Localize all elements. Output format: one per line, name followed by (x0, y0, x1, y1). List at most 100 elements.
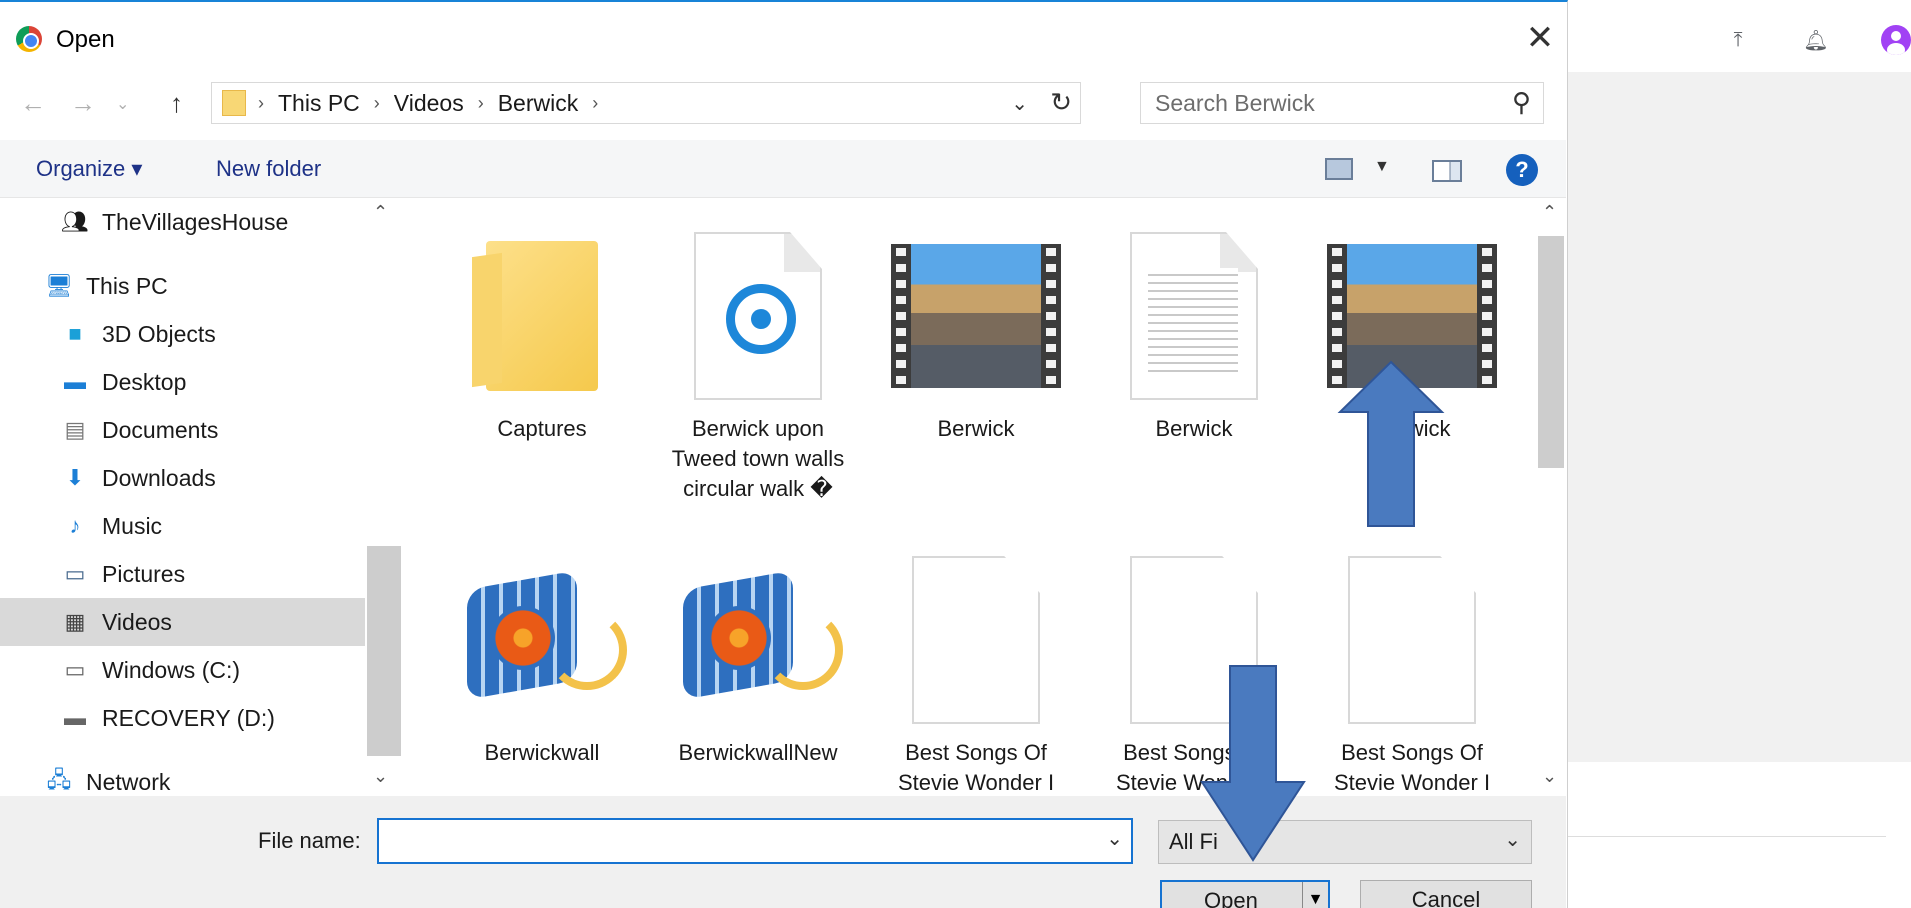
folder-icon (222, 90, 246, 116)
nav-item-music[interactable]: ♪ Music (60, 502, 163, 550)
bell-icon[interactable]: 🔔︎ (1803, 27, 1829, 53)
file-item[interactable]: Berwick upon Tweed town walls circular w… (660, 226, 856, 504)
upload-icon[interactable]: ⤒ (1725, 27, 1751, 53)
film-icon: ▦ (64, 609, 86, 634)
up-arrow-icon[interactable]: ↑ (170, 88, 183, 119)
nav-item-thevillageshouse[interactable]: 👥︎ TheVillagesHouse (60, 198, 288, 246)
file-label: Captures (497, 416, 587, 441)
breadcrumb-separator[interactable]: › (374, 93, 380, 114)
breadcrumb-separator[interactable]: › (592, 93, 598, 114)
background-panel (1566, 72, 1911, 762)
file-item[interactable]: Berwickwall (444, 550, 640, 768)
breadcrumb-this-pc[interactable]: This PC (278, 90, 360, 117)
nav-item-label: This PC (86, 272, 168, 299)
file-label: Berwick (1155, 416, 1233, 441)
file-label: Best Songs Of Stevie Wonder I (897, 740, 1055, 795)
open-dropdown-icon[interactable]: ▼ (1302, 882, 1328, 908)
computer-icon: 🖥︎ (45, 273, 73, 298)
file-name-input[interactable] (379, 820, 1079, 860)
nav-item-recovery-d[interactable]: ▬ RECOVERY (D:) (60, 694, 275, 742)
nav-item-label: Windows (C:) (102, 656, 241, 683)
file-label: Berwick (937, 416, 1015, 441)
scroll-down-icon[interactable]: ⌄ (373, 766, 388, 787)
drive-icon: ▭ (64, 657, 86, 682)
recent-locations-chevron-icon[interactable]: ⌄ (116, 94, 129, 114)
blank-document-icon (1327, 550, 1497, 730)
nav-item-pictures[interactable]: ▭ Pictures (60, 550, 186, 598)
chevron-down-icon[interactable]: ⌄ (1106, 826, 1123, 851)
scroll-up-icon[interactable]: ⌃ (373, 202, 388, 223)
chevron-down-icon[interactable]: ⌄ (1504, 827, 1521, 852)
change-view-icon[interactable] (1325, 158, 1353, 180)
cancel-button[interactable]: Cancel (1360, 880, 1532, 908)
file-name-field[interactable]: ⌄ (377, 818, 1133, 864)
search-input[interactable] (1155, 89, 1495, 117)
nav-scroll-thumb[interactable] (367, 546, 401, 756)
new-folder-button[interactable]: New folder (216, 156, 321, 182)
browser-toolbar-icons: ⤒ 🔔︎ (1725, 25, 1911, 55)
avatar[interactable] (1881, 25, 1911, 55)
close-icon[interactable]: ✕ (1520, 18, 1560, 58)
download-arrow-icon: ⬇ (65, 465, 85, 490)
help-icon[interactable]: ? (1506, 154, 1538, 186)
file-label: Berwick upon Tweed town walls circular w… (671, 416, 845, 501)
search-box[interactable]: ⚲ (1140, 82, 1544, 124)
file-item[interactable]: BerwickwallNew (660, 550, 856, 768)
blank-document-icon (891, 550, 1061, 730)
nav-item-documents[interactable]: ▤ Documents (60, 406, 219, 454)
file-item[interactable]: Berwick (878, 226, 1074, 444)
command-toolbar: Organize ▾ New folder ▼ ? (0, 140, 1566, 198)
preview-pane-icon[interactable] (1432, 160, 1462, 182)
nav-item-label: RECOVERY (D:) (102, 704, 275, 731)
cancel-button-label: Cancel (1411, 887, 1481, 908)
breadcrumb-berwick[interactable]: Berwick (498, 90, 579, 117)
file-label: BerwickwallNew (678, 740, 838, 765)
file-item[interactable]: Captures (444, 226, 640, 444)
file-item[interactable]: Best Songs Of Stevie Wonder I (1314, 550, 1510, 796)
nav-item-desktop[interactable]: ▬ Desktop (60, 358, 186, 406)
view-options-chevron-icon[interactable]: ▼ (1374, 158, 1390, 176)
dialog-title: Open (56, 26, 115, 53)
background-divider (1566, 836, 1886, 837)
annotation-up-arrow (1337, 360, 1445, 527)
nav-item-label: Downloads (102, 464, 216, 491)
organize-button[interactable]: Organize ▾ (36, 156, 142, 182)
nav-item-this-pc[interactable]: 🖥︎ This PC (44, 262, 168, 310)
file-item[interactable]: Berwick (1096, 226, 1292, 444)
search-icon[interactable]: ⚲ (1512, 87, 1531, 118)
scroll-up-icon[interactable]: ⌃ (1542, 202, 1557, 223)
address-bar[interactable]: › This PC › Videos › Berwick › ⌄ ↻ (211, 82, 1081, 124)
open-file-dialog: Open ✕ ← → ⌄ ↑ › This PC › Videos › Berw… (0, 0, 1568, 908)
nav-item-3d-objects[interactable]: ■ 3D Objects (60, 310, 215, 358)
scroll-down-icon[interactable]: ⌄ (1542, 766, 1557, 787)
breadcrumb-separator[interactable]: › (258, 93, 264, 114)
chrome-icon (16, 26, 42, 52)
back-arrow-icon[interactable]: ← (20, 88, 46, 119)
breadcrumb-videos[interactable]: Videos (394, 90, 464, 117)
refresh-icon[interactable]: ↻ (1050, 87, 1072, 118)
dialog-footer: File name: ⌄ All Fi ⌄ Open ▼ Cancel (0, 796, 1566, 908)
nav-item-windows-c[interactable]: ▭ Windows (C:) (60, 646, 240, 694)
nav-scrollbar[interactable]: ⌃ ⌄ (365, 198, 401, 796)
nav-item-label: Network (86, 768, 171, 795)
annotation-down-arrow (1200, 665, 1306, 862)
nav-item-downloads[interactable]: ⬇ Downloads (60, 454, 216, 502)
file-item[interactable]: Best Songs Of Stevie Wonder I (878, 550, 1074, 796)
title-bar: Open ✕ (0, 4, 1566, 74)
file-label: Best Songs Of Stevie Wonder I (1333, 740, 1491, 795)
file-scrollbar[interactable]: ⌃ ⌄ (1536, 198, 1566, 796)
breadcrumb-separator[interactable]: › (478, 93, 484, 114)
navigation-pane: 👥︎ TheVillagesHouse 🖥︎ This PC ■ 3D Obje… (0, 198, 402, 796)
music-note-icon: ♪ (69, 513, 81, 538)
nav-item-label: TheVillagesHouse (102, 208, 289, 235)
movie-maker-icon (673, 550, 843, 730)
file-name-label: File name: (258, 828, 361, 853)
forward-arrow-icon[interactable]: → (70, 88, 96, 119)
nav-item-label: Pictures (102, 560, 186, 587)
open-button-label: Open (1204, 888, 1258, 908)
chevron-down-icon[interactable]: ⌄ (1011, 91, 1028, 116)
nav-item-videos[interactable]: ▦ Videos (0, 598, 365, 646)
file-label: Berwickwall (484, 740, 600, 765)
file-scroll-thumb[interactable] (1538, 236, 1564, 468)
nav-item-label: Videos (102, 608, 172, 635)
